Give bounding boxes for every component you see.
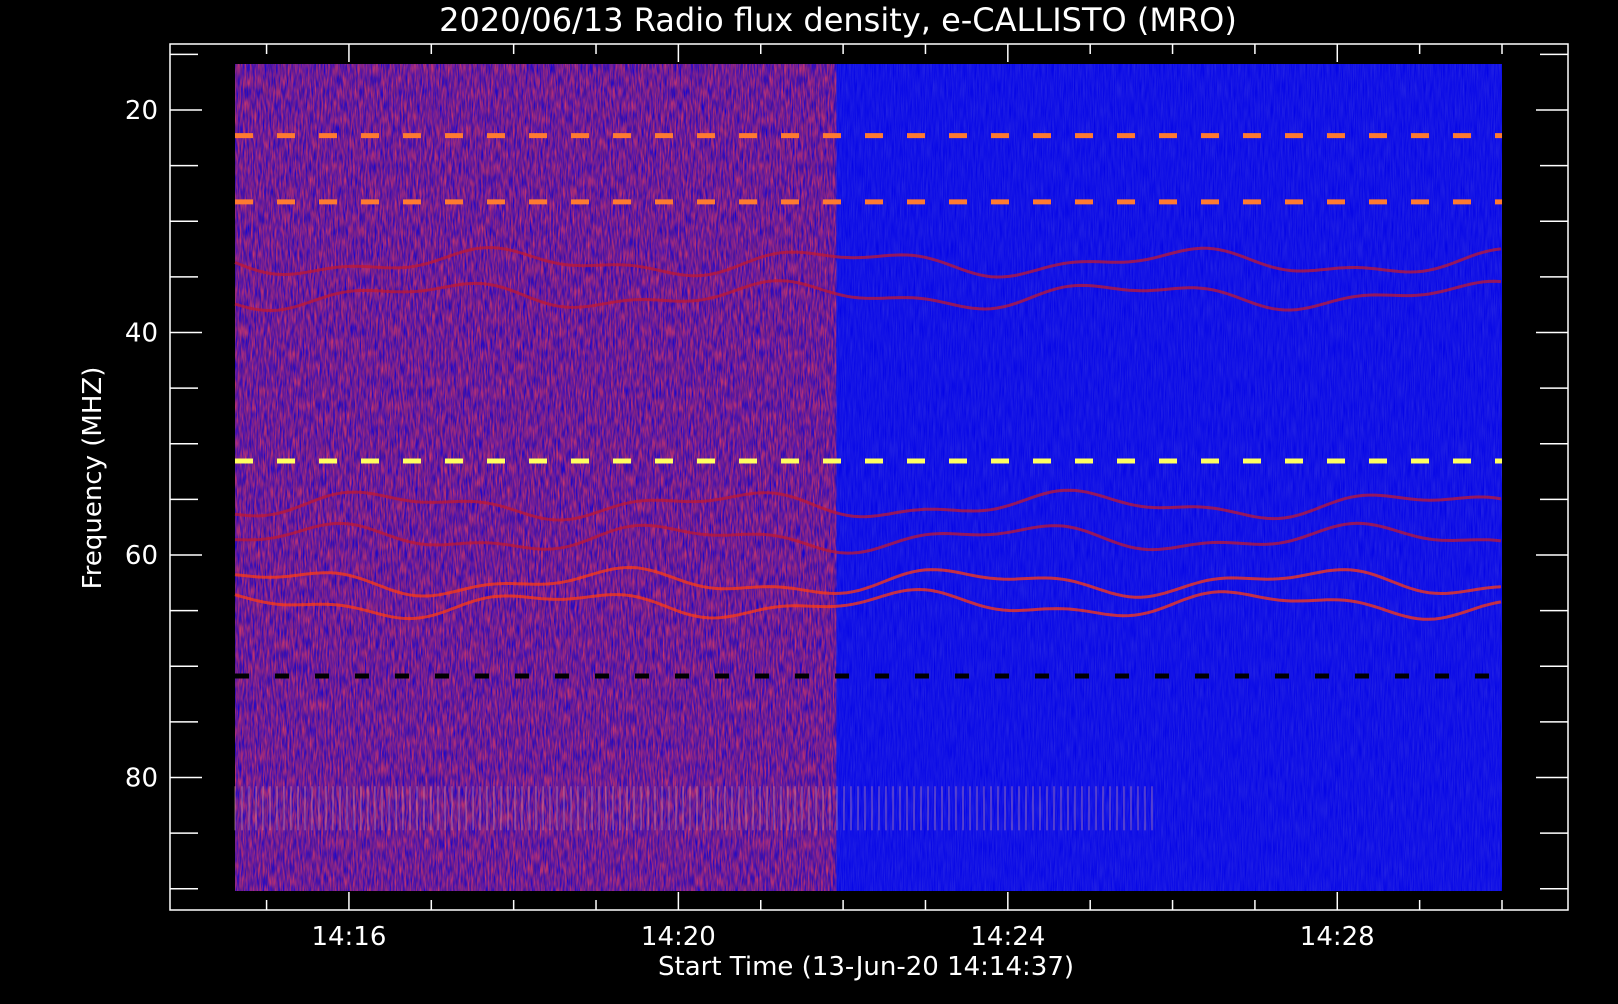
x-axis-label: Start Time (13-Jun-20 14:14:37) <box>658 952 1074 982</box>
spectrogram-svg: 2020/06/13 Radio flux density, e-CALLIST… <box>78 1 1569 982</box>
heatmap-noise-red <box>235 64 837 891</box>
y-axis-label: Frequency (MHZ) <box>78 367 108 590</box>
x-tick-label: 14:28 <box>1300 922 1375 952</box>
y-tick-label: 40 <box>125 319 158 349</box>
x-tick-label: 14:16 <box>311 922 386 952</box>
chart-title: 2020/06/13 Radio flux density, e-CALLIST… <box>439 1 1237 39</box>
y-tick-label: 60 <box>125 541 158 571</box>
x-tick-label: 14:20 <box>641 922 716 952</box>
heatmap <box>234 64 1502 891</box>
spectrogram-figure: 2020/06/13 Radio flux density, e-CALLIST… <box>0 0 1618 1000</box>
y-tick-label: 80 <box>125 764 158 794</box>
y-tick-label: 20 <box>125 96 158 126</box>
x-tick-label: 14:24 <box>970 922 1045 952</box>
